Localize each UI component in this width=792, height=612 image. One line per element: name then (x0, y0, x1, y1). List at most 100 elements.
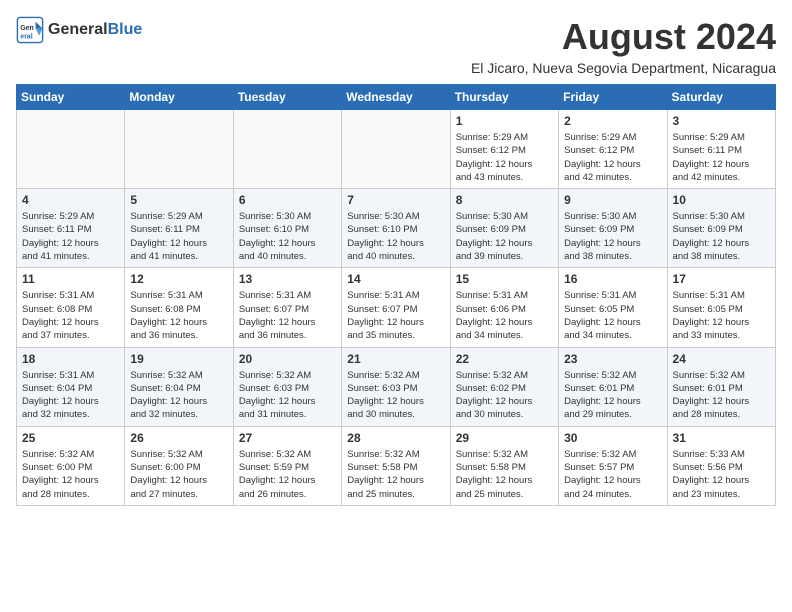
day-info: Sunrise: 5:29 AMSunset: 6:12 PMDaylight:… (456, 131, 553, 184)
day-number: 14 (347, 272, 444, 286)
calendar-cell: 24 Sunrise: 5:32 AMSunset: 6:01 PMDayligh… (667, 347, 775, 426)
day-info: Sunrise: 5:32 AMSunset: 6:00 PMDaylight:… (22, 448, 119, 501)
calendar-cell: 25 Sunrise: 5:32 AMSunset: 6:00 PMDayligh… (17, 426, 125, 505)
day-number: 13 (239, 272, 336, 286)
day-number: 6 (239, 193, 336, 207)
day-info: Sunrise: 5:31 AMSunset: 6:08 PMDaylight:… (130, 289, 227, 342)
day-info: Sunrise: 5:32 AMSunset: 6:02 PMDaylight:… (456, 369, 553, 422)
calendar-cell: 29Sunrise: 5:32 AMSunset: 5:58 PMDayligh… (450, 426, 558, 505)
calendar-cell: 19 Sunrise: 5:32 AMSunset: 6:04 PMDayligh… (125, 347, 233, 426)
calendar-week-row: 1 Sunrise: 5:29 AMSunset: 6:12 PMDaylight… (17, 110, 776, 189)
day-number: 24 (673, 352, 770, 366)
calendar-week-row: 4Sunrise: 5:29 AMSunset: 6:11 PMDaylight… (17, 189, 776, 268)
calendar-cell: 12 Sunrise: 5:31 AMSunset: 6:08 PMDayligh… (125, 268, 233, 347)
day-info: Sunrise: 5:32 AMSunset: 6:03 PMDaylight:… (347, 369, 444, 422)
day-info: Sunrise: 5:31 AMSunset: 6:08 PMDaylight:… (22, 289, 119, 342)
svg-text:Gen: Gen (20, 25, 34, 32)
day-number: 27 (239, 431, 336, 445)
day-number: 2 (564, 114, 661, 128)
calendar-cell: 28 Sunrise: 5:32 AMSunset: 5:58 PMDayligh… (342, 426, 450, 505)
day-number: 7 (347, 193, 444, 207)
weekday-header-saturday: Saturday (667, 85, 775, 110)
calendar-week-row: 18 Sunrise: 5:31 AMSunset: 6:04 PMDayligh… (17, 347, 776, 426)
svg-text:eral: eral (20, 33, 33, 40)
calendar-cell: 5 Sunrise: 5:29 AMSunset: 6:11 PMDaylight… (125, 189, 233, 268)
logo-text: GeneralBlue (48, 21, 142, 39)
day-info: Sunrise: 5:30 AMSunset: 6:10 PMDaylight:… (347, 210, 444, 263)
day-info: Sunrise: 5:31 AMSunset: 6:05 PMDaylight:… (673, 289, 770, 342)
day-number: 22 (456, 352, 553, 366)
day-info: Sunrise: 5:31 AMSunset: 6:07 PMDaylight:… (239, 289, 336, 342)
calendar-cell: 22 Sunrise: 5:32 AMSunset: 6:02 PMDayligh… (450, 347, 558, 426)
calendar-cell (233, 110, 341, 189)
day-info: Sunrise: 5:30 AMSunset: 6:10 PMDaylight:… (239, 210, 336, 263)
calendar-cell: 6 Sunrise: 5:30 AMSunset: 6:10 PMDaylight… (233, 189, 341, 268)
day-number: 5 (130, 193, 227, 207)
calendar-week-row: 25 Sunrise: 5:32 AMSunset: 6:00 PMDayligh… (17, 426, 776, 505)
calendar-cell: 23Sunrise: 5:32 AMSunset: 6:01 PMDayligh… (559, 347, 667, 426)
day-info: Sunrise: 5:30 AMSunset: 6:09 PMDaylight:… (456, 210, 553, 263)
day-info: Sunrise: 5:32 AMSunset: 5:58 PMDaylight:… (456, 448, 553, 501)
day-number: 3 (673, 114, 770, 128)
day-info: Sunrise: 5:32 AMSunset: 6:03 PMDaylight:… (239, 369, 336, 422)
calendar-cell: 13 Sunrise: 5:31 AMSunset: 6:07 PMDayligh… (233, 268, 341, 347)
day-number: 25 (22, 431, 119, 445)
day-info: Sunrise: 5:31 AMSunset: 6:05 PMDaylight:… (564, 289, 661, 342)
calendar-cell: 7 Sunrise: 5:30 AMSunset: 6:10 PMDaylight… (342, 189, 450, 268)
calendar-week-row: 11 Sunrise: 5:31 AMSunset: 6:08 PMDayligh… (17, 268, 776, 347)
title-block: August 2024 El Jicaro, Nueva Segovia Dep… (471, 16, 776, 76)
day-number: 30 (564, 431, 661, 445)
calendar-cell: 2 Sunrise: 5:29 AMSunset: 6:12 PMDaylight… (559, 110, 667, 189)
weekday-header-wednesday: Wednesday (342, 85, 450, 110)
day-number: 16 (564, 272, 661, 286)
calendar-cell: 9Sunrise: 5:30 AMSunset: 6:09 PMDaylight… (559, 189, 667, 268)
day-number: 18 (22, 352, 119, 366)
calendar-cell: 3 Sunrise: 5:29 AMSunset: 6:11 PMDaylight… (667, 110, 775, 189)
day-info: Sunrise: 5:30 AMSunset: 6:09 PMDaylight:… (564, 210, 661, 263)
day-number: 17 (673, 272, 770, 286)
calendar-cell: 18 Sunrise: 5:31 AMSunset: 6:04 PMDayligh… (17, 347, 125, 426)
day-number: 19 (130, 352, 227, 366)
day-info: Sunrise: 5:33 AMSunset: 5:56 PMDaylight:… (673, 448, 770, 501)
logo-icon: Gen eral (16, 16, 44, 44)
day-info: Sunrise: 5:32 AMSunset: 6:01 PMDaylight:… (673, 369, 770, 422)
calendar-cell: 8 Sunrise: 5:30 AMSunset: 6:09 PMDaylight… (450, 189, 558, 268)
day-info: Sunrise: 5:32 AMSunset: 6:01 PMDaylight:… (564, 369, 661, 422)
weekday-header-thursday: Thursday (450, 85, 558, 110)
weekday-header-monday: Monday (125, 85, 233, 110)
day-info: Sunrise: 5:31 AMSunset: 6:07 PMDaylight:… (347, 289, 444, 342)
day-number: 8 (456, 193, 553, 207)
day-number: 1 (456, 114, 553, 128)
day-info: Sunrise: 5:29 AMSunset: 6:11 PMDaylight:… (673, 131, 770, 184)
day-number: 15 (456, 272, 553, 286)
day-number: 12 (130, 272, 227, 286)
calendar-cell: 27Sunrise: 5:32 AMSunset: 5:59 PMDayligh… (233, 426, 341, 505)
month-year-title: August 2024 (471, 16, 776, 58)
day-number: 10 (673, 193, 770, 207)
calendar-cell: 11 Sunrise: 5:31 AMSunset: 6:08 PMDayligh… (17, 268, 125, 347)
calendar-cell: 4Sunrise: 5:29 AMSunset: 6:11 PMDaylight… (17, 189, 125, 268)
day-info: Sunrise: 5:29 AMSunset: 6:11 PMDaylight:… (22, 210, 119, 263)
calendar-cell: 26 Sunrise: 5:32 AMSunset: 6:00 PMDayligh… (125, 426, 233, 505)
calendar-cell (125, 110, 233, 189)
day-info: Sunrise: 5:32 AMSunset: 6:04 PMDaylight:… (130, 369, 227, 422)
day-info: Sunrise: 5:31 AMSunset: 6:06 PMDaylight:… (456, 289, 553, 342)
calendar-cell: 21Sunrise: 5:32 AMSunset: 6:03 PMDayligh… (342, 347, 450, 426)
calendar-table: SundayMondayTuesdayWednesdayThursdayFrid… (16, 84, 776, 506)
day-number: 11 (22, 272, 119, 286)
day-info: Sunrise: 5:29 AMSunset: 6:11 PMDaylight:… (130, 210, 227, 263)
day-number: 28 (347, 431, 444, 445)
calendar-cell: 30 Sunrise: 5:32 AMSunset: 5:57 PMDayligh… (559, 426, 667, 505)
calendar-cell (342, 110, 450, 189)
calendar-cell (17, 110, 125, 189)
day-info: Sunrise: 5:31 AMSunset: 6:04 PMDaylight:… (22, 369, 119, 422)
day-number: 26 (130, 431, 227, 445)
day-info: Sunrise: 5:29 AMSunset: 6:12 PMDaylight:… (564, 131, 661, 184)
calendar-cell: 10Sunrise: 5:30 AMSunset: 6:09 PMDayligh… (667, 189, 775, 268)
page-header: Gen eral GeneralBlue August 2024 El Jica… (16, 16, 776, 76)
day-info: Sunrise: 5:32 AMSunset: 6:00 PMDaylight:… (130, 448, 227, 501)
day-info: Sunrise: 5:32 AMSunset: 5:57 PMDaylight:… (564, 448, 661, 501)
calendar-cell: 1 Sunrise: 5:29 AMSunset: 6:12 PMDaylight… (450, 110, 558, 189)
weekday-header-row: SundayMondayTuesdayWednesdayThursdayFrid… (17, 85, 776, 110)
day-info: Sunrise: 5:32 AMSunset: 5:58 PMDaylight:… (347, 448, 444, 501)
